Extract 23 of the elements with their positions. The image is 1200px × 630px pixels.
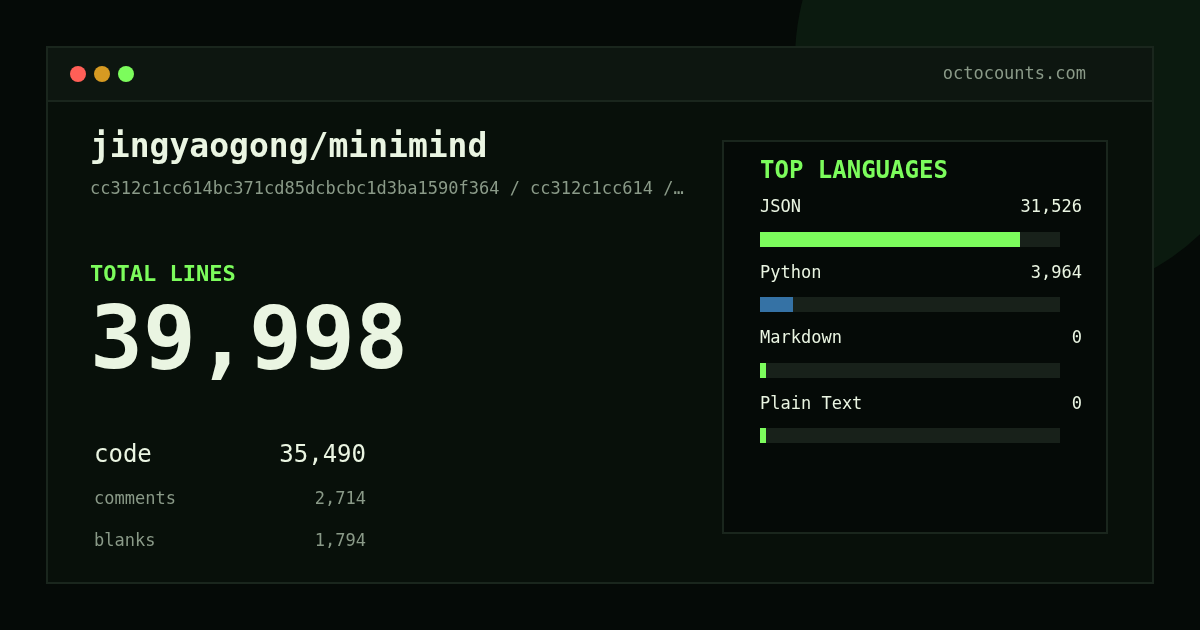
stat-value: 35,490 bbox=[279, 439, 366, 471]
language-name: Python bbox=[760, 260, 822, 284]
stat-label: code bbox=[94, 439, 152, 471]
site-address: octocounts.com bbox=[942, 62, 1086, 86]
window-dot[interactable] bbox=[118, 66, 134, 82]
language-count: 0 bbox=[1071, 326, 1082, 349]
window-dot[interactable] bbox=[94, 66, 110, 82]
panel-title: TOP LANGUAGES bbox=[760, 155, 949, 186]
language-name: Markdown bbox=[760, 326, 842, 349]
total-value: 39,998 bbox=[90, 294, 409, 383]
language-name: Plain Text bbox=[760, 391, 863, 415]
commit-path: cc312c1cc614bc371cd85dcbcbc1d3ba1590f364 / cc312c1cc614 /… bbox=[90, 176, 684, 200]
total-label: TOTAL LINES bbox=[90, 260, 237, 289]
stat-value: 1,794 bbox=[314, 529, 366, 553]
language-count: 0 bbox=[1071, 391, 1082, 415]
repo-name: jingyaogong/minimind bbox=[90, 126, 489, 166]
stat-label: comments bbox=[94, 487, 176, 511]
stat-label: blanks bbox=[94, 529, 156, 553]
language-count: 3,964 bbox=[1030, 260, 1082, 284]
window-dot[interactable] bbox=[70, 66, 86, 82]
stat-value: 2,714 bbox=[314, 487, 366, 511]
language-name: JSON bbox=[760, 195, 801, 218]
language-count: 31,526 bbox=[1020, 195, 1082, 218]
